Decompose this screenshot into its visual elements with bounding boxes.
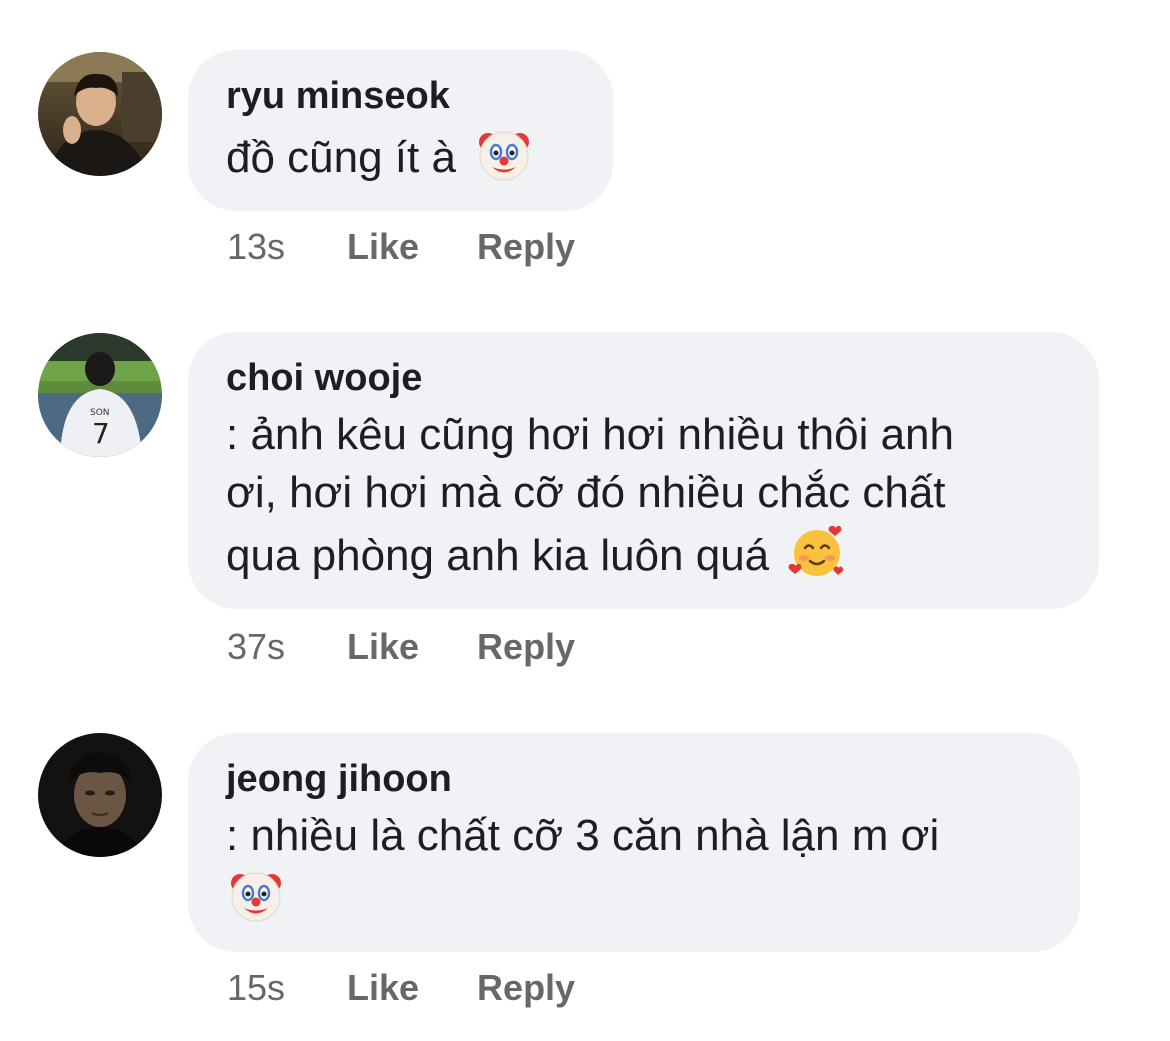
like-button[interactable]: Like [347, 225, 419, 269]
comment-timestamp: 37s [227, 626, 286, 667]
clown-face-icon [474, 124, 534, 184]
like-button[interactable]: Like [347, 966, 419, 1010]
comments-thread: ryu minseok đồ cũng ít à 13s Like Reply … [0, 0, 1170, 1041]
comment-text: : nhiều là chất cỡ 3 căn nhà lận m ơi [226, 807, 1040, 928]
comment-bubble: jeong jihoon : nhiều là chất cỡ 3 căn nh… [188, 733, 1080, 952]
comment-text-line: đồ cũng ít à [226, 133, 456, 182]
comment-bubble: choi wooje : ảnh kêu cũng hơi hơi nhiều … [188, 332, 1099, 609]
avatar[interactable] [38, 52, 162, 176]
comment-author[interactable]: choi wooje [226, 354, 1059, 402]
svg-text:7: 7 [92, 417, 110, 450]
comment-actions: 37s Like Reply [227, 625, 575, 669]
comment-text-line: : nhiều là chất cỡ 3 căn nhà lận m ơi [226, 811, 940, 860]
comment-timestamp: 15s [227, 967, 286, 1008]
comment-text-line: : ảnh kêu cũng hơi hơi nhiều thôi anh [226, 410, 954, 459]
avatar[interactable] [38, 733, 162, 857]
reply-button[interactable]: Reply [477, 625, 575, 669]
comment-actions: 13s Like Reply [227, 225, 575, 269]
comment-actions: 15s Like Reply [227, 966, 575, 1010]
comment-timestamp: 13s [227, 226, 286, 267]
comment-bubble: ryu minseok đồ cũng ít à [188, 50, 613, 211]
comment-author[interactable]: ryu minseok [226, 72, 573, 120]
reply-button[interactable]: Reply [477, 225, 575, 269]
reply-button[interactable]: Reply [477, 966, 575, 1010]
comment-text-line: qua phòng anh kia luôn quá [226, 531, 770, 580]
avatar[interactable]: SON 7 [38, 333, 162, 457]
like-button[interactable]: Like [347, 625, 419, 669]
clown-face-icon [226, 865, 286, 925]
comment-text: đồ cũng ít à [226, 124, 573, 187]
comment-text-line: ơi, hơi hơi mà cỡ đó nhiều chắc chất [226, 468, 946, 517]
smiling-face-with-hearts-icon [787, 522, 847, 582]
comment-text: : ảnh kêu cũng hơi hơi nhiều thôi anh ơi… [226, 406, 1059, 585]
comment-author[interactable]: jeong jihoon [226, 755, 1040, 803]
